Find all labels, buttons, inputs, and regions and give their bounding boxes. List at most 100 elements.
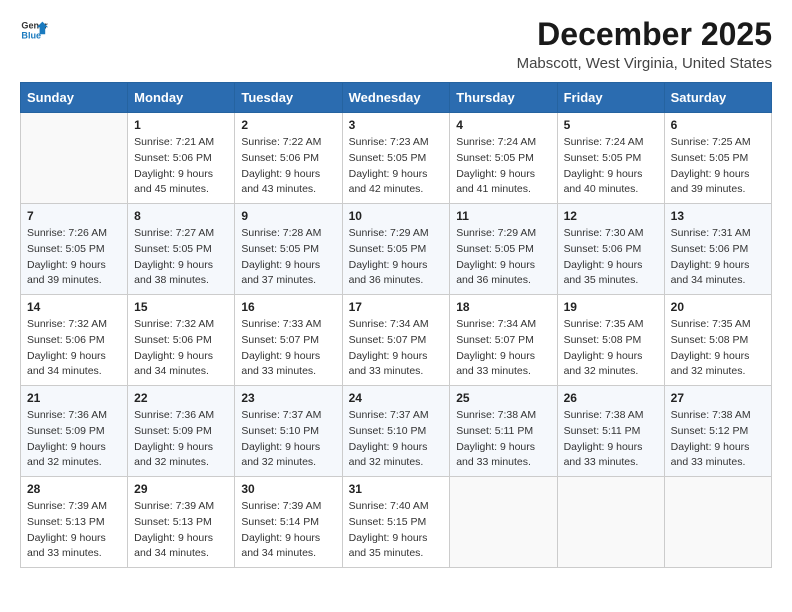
calendar-cell: 24 Sunrise: 7:37 AM Sunset: 5:10 PM Dayli… [342,386,450,477]
week-row-1: 1Sunrise: 7:21 AM Sunset: 5:06 PM Daylig… [21,113,772,204]
calendar-cell: 31 Sunrise: 7:40 AM Sunset: 5:15 PM Dayli… [342,477,450,568]
day-info: Sunrise: 7:37 AM Sunset: 5:10 PM Dayligh… [349,408,444,471]
week-row-5: 28 Sunrise: 7:39 AM Sunset: 5:13 PM Dayli… [21,477,772,568]
calendar-cell: 12Sunrise: 7:30 AM Sunset: 5:06 PM Dayli… [557,204,664,295]
day-info: Sunrise: 7:36 AM Sunset: 5:09 PM Dayligh… [27,408,121,471]
week-row-3: 14 Sunrise: 7:32 AM Sunset: 5:06 PM Dayli… [21,295,772,386]
calendar-cell: 1Sunrise: 7:21 AM Sunset: 5:06 PM Daylig… [128,113,235,204]
calendar-cell: 19 Sunrise: 7:35 AM Sunset: 5:08 PM Dayli… [557,295,664,386]
svg-text:Blue: Blue [21,30,41,40]
calendar-cell: 23 Sunrise: 7:37 AM Sunset: 5:10 PM Dayli… [235,386,342,477]
day-number: 14 [27,300,121,314]
day-number: 1 [134,118,228,132]
calendar-cell: 28Sunrise: 7:39 AM Sunset: 5:13 PM Dayli… [21,477,128,568]
day-info: Sunrise: 7:36 AM Sunset: 5:09 PM Dayligh… [134,408,228,471]
day-info: Sunrise: 7:39 AM Sunset: 5:14 PM Dayligh… [241,499,335,562]
day-info: Sunrise: 7:34 AM Sunset: 5:07 PM Dayligh… [456,317,550,380]
day-number: 21 [27,391,121,405]
calendar-cell: 9 Sunrise: 7:28 AM Sunset: 5:05 PM Daylig… [235,204,342,295]
day-info: Sunrise: 7:24 AM Sunset: 5:05 PM Dayligh… [456,135,550,198]
calendar-header-row: SundayMondayTuesdayWednesdayThursdayFrid… [21,83,772,113]
day-number: 5 [564,118,658,132]
day-info: Sunrise: 7:38 AM Sunset: 5:11 PM Dayligh… [456,408,550,471]
calendar-cell: 26 Sunrise: 7:38 AM Sunset: 5:11 PM Dayli… [557,386,664,477]
month-title: December 2025 [517,16,772,53]
calendar-cell: 15 Sunrise: 7:32 AM Sunset: 5:06 PM Dayli… [128,295,235,386]
location-title: Mabscott, West Virginia, United States [517,55,772,72]
day-info: Sunrise: 7:32 AM Sunset: 5:06 PM Dayligh… [27,317,121,380]
column-header-friday: Friday [557,83,664,113]
day-info: Sunrise: 7:38 AM Sunset: 5:12 PM Dayligh… [671,408,765,471]
calendar-cell: 17Sunrise: 7:34 AM Sunset: 5:07 PM Dayli… [342,295,450,386]
day-info: Sunrise: 7:38 AM Sunset: 5:11 PM Dayligh… [564,408,658,471]
calendar-cell: 16 Sunrise: 7:33 AM Sunset: 5:07 PM Dayli… [235,295,342,386]
day-number: 12 [564,209,658,223]
calendar-cell: 13Sunrise: 7:31 AM Sunset: 5:06 PM Dayli… [664,204,771,295]
day-number: 10 [349,209,444,223]
calendar-cell: 21 Sunrise: 7:36 AM Sunset: 5:09 PM Dayli… [21,386,128,477]
calendar-cell [450,477,557,568]
calendar-table: SundayMondayTuesdayWednesdayThursdayFrid… [20,82,772,568]
calendar-cell: 29 Sunrise: 7:39 AM Sunset: 5:13 PM Dayli… [128,477,235,568]
column-header-wednesday: Wednesday [342,83,450,113]
day-number: 7 [27,209,121,223]
day-number: 18 [456,300,550,314]
day-number: 9 [241,209,335,223]
logo-icon: General Blue [20,16,48,44]
day-number: 25 [456,391,550,405]
day-number: 20 [671,300,765,314]
day-info: Sunrise: 7:23 AM Sunset: 5:05 PM Dayligh… [349,135,444,198]
day-number: 17 [349,300,444,314]
day-number: 19 [564,300,658,314]
calendar-cell: 2Sunrise: 7:22 AM Sunset: 5:06 PM Daylig… [235,113,342,204]
page-header: General Blue December 2025 Mabscott, Wes… [20,16,772,72]
day-number: 6 [671,118,765,132]
day-info: Sunrise: 7:35 AM Sunset: 5:08 PM Dayligh… [671,317,765,380]
day-number: 15 [134,300,228,314]
day-info: Sunrise: 7:37 AM Sunset: 5:10 PM Dayligh… [241,408,335,471]
title-area: December 2025 Mabscott, West Virginia, U… [517,16,772,72]
calendar-cell: 20 Sunrise: 7:35 AM Sunset: 5:08 PM Dayli… [664,295,771,386]
day-info: Sunrise: 7:28 AM Sunset: 5:05 PM Dayligh… [241,226,335,289]
day-number: 24 [349,391,444,405]
day-info: Sunrise: 7:35 AM Sunset: 5:08 PM Dayligh… [564,317,658,380]
day-number: 23 [241,391,335,405]
day-number: 4 [456,118,550,132]
day-info: Sunrise: 7:33 AM Sunset: 5:07 PM Dayligh… [241,317,335,380]
day-number: 26 [564,391,658,405]
day-info: Sunrise: 7:39 AM Sunset: 5:13 PM Dayligh… [134,499,228,562]
day-number: 28 [27,482,121,496]
day-info: Sunrise: 7:24 AM Sunset: 5:05 PM Dayligh… [564,135,658,198]
day-number: 8 [134,209,228,223]
day-number: 11 [456,209,550,223]
column-header-saturday: Saturday [664,83,771,113]
calendar-cell [557,477,664,568]
week-row-4: 21 Sunrise: 7:36 AM Sunset: 5:09 PM Dayli… [21,386,772,477]
day-number: 13 [671,209,765,223]
day-number: 3 [349,118,444,132]
calendar-cell: 4 Sunrise: 7:24 AM Sunset: 5:05 PM Daylig… [450,113,557,204]
calendar-cell [664,477,771,568]
day-number: 30 [241,482,335,496]
day-number: 29 [134,482,228,496]
day-number: 31 [349,482,444,496]
day-number: 16 [241,300,335,314]
day-info: Sunrise: 7:32 AM Sunset: 5:06 PM Dayligh… [134,317,228,380]
column-header-tuesday: Tuesday [235,83,342,113]
calendar-cell: 14 Sunrise: 7:32 AM Sunset: 5:06 PM Dayli… [21,295,128,386]
calendar-cell [21,113,128,204]
calendar-cell: 27 Sunrise: 7:38 AM Sunset: 5:12 PM Dayli… [664,386,771,477]
day-info: Sunrise: 7:25 AM Sunset: 5:05 PM Dayligh… [671,135,765,198]
day-info: Sunrise: 7:29 AM Sunset: 5:05 PM Dayligh… [349,226,444,289]
day-info: Sunrise: 7:40 AM Sunset: 5:15 PM Dayligh… [349,499,444,562]
calendar-cell: 8 Sunrise: 7:27 AM Sunset: 5:05 PM Daylig… [128,204,235,295]
calendar-cell: 22Sunrise: 7:36 AM Sunset: 5:09 PM Dayli… [128,386,235,477]
column-header-thursday: Thursday [450,83,557,113]
day-number: 27 [671,391,765,405]
day-info: Sunrise: 7:22 AM Sunset: 5:06 PM Dayligh… [241,135,335,198]
logo: General Blue [20,16,48,44]
calendar-cell: 18 Sunrise: 7:34 AM Sunset: 5:07 PM Dayli… [450,295,557,386]
day-info: Sunrise: 7:26 AM Sunset: 5:05 PM Dayligh… [27,226,121,289]
column-header-monday: Monday [128,83,235,113]
day-info: Sunrise: 7:27 AM Sunset: 5:05 PM Dayligh… [134,226,228,289]
